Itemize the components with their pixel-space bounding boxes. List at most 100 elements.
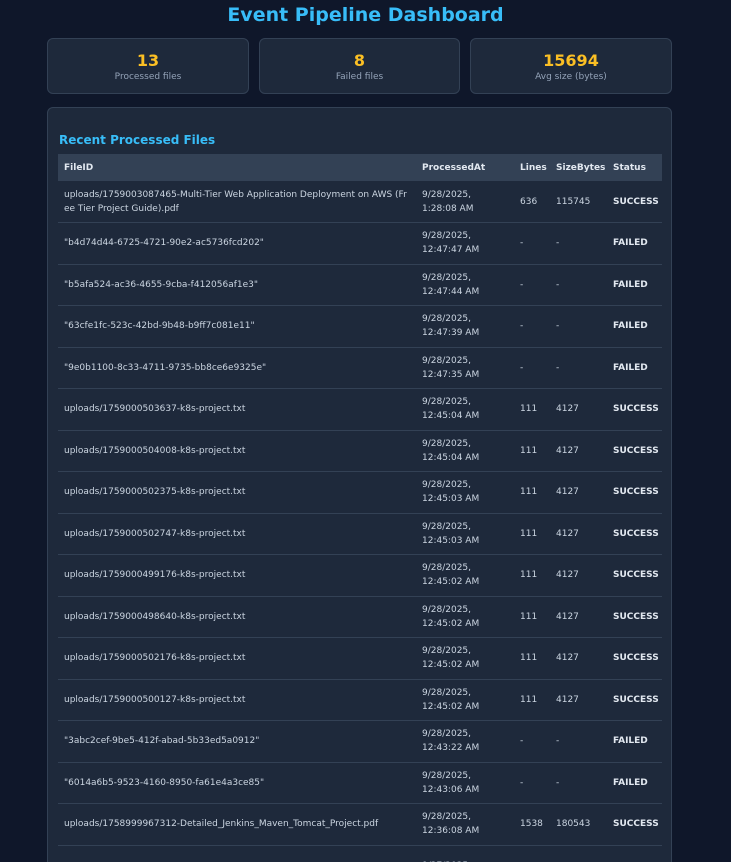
cell-fileid: "b5afa524-ac36-4655-9cba-f412056af1e3": [58, 264, 416, 306]
cell-sizebytes: -: [550, 305, 607, 348]
stat-label: Failed files: [335, 72, 384, 82]
cell-sizebytes: 4127: [550, 637, 607, 680]
cell-processedat: 9/28/2025, 12:47:35 AM: [416, 347, 514, 389]
cell-fileid: uploads/1759000500127-k8s-project.txt: [58, 679, 416, 721]
column-header-sizebytes: SizeBytes: [556, 162, 606, 173]
cell-status: FAILED: [607, 720, 662, 763]
cell-sizebytes: -: [550, 347, 607, 389]
cell-processedat: 9/28/2025, 12:45:04 AM: [416, 388, 514, 431]
cell-sizebytes: 4127: [550, 679, 607, 721]
cell-status: SUCCESS: [607, 637, 662, 680]
cell-fileid: uploads/1759000499176-k8s-project.txt: [58, 554, 416, 597]
panel-title: Recent Processed Files: [59, 133, 216, 147]
cell-sizebytes: -: [550, 720, 607, 763]
cell-fileid: uploads/1759000504008-k8s-project.txt: [58, 430, 416, 472]
cell-status: FAILED: [607, 305, 662, 348]
cell-lines: -: [514, 720, 550, 763]
cell-fileid: uploads/1759003087465-Multi-Tier Web App…: [58, 181, 416, 223]
recent-files-panel: Recent Processed Files FileID ProcessedA…: [47, 107, 672, 862]
table-row: uploads/1759000502375-k8s-project.txt 9/2…: [58, 471, 662, 514]
page-title: Event Pipeline Dashboard: [227, 4, 504, 26]
cell-sizebytes: 4127: [550, 388, 607, 431]
cell-fileid: "6014a6b5-9523-4160-8950-fa61e4a3ce85": [58, 762, 416, 804]
table-row: 9/27/2025,: [58, 845, 662, 862]
cell-sizebytes: 4127: [550, 554, 607, 597]
cell-sizebytes: 4127: [550, 430, 607, 472]
cell-processedat: 9/28/2025, 12:45:03 AM: [416, 471, 514, 514]
cell-status: FAILED: [607, 222, 662, 265]
table-row: "3abc2cef-9be5-412f-abad-5b33ed5a0912" 9/…: [58, 720, 662, 763]
stat-value: 15694: [543, 51, 599, 70]
cell-lines: 111: [514, 388, 550, 431]
column-header-processedat: ProcessedAt: [422, 162, 486, 173]
cell-sizebytes: 180543: [550, 803, 607, 846]
cell-sizebytes: -: [550, 264, 607, 306]
cell-processedat: 9/28/2025, 12:45:02 AM: [416, 554, 514, 597]
table-row: "9e0b1100-8c33-4711-9735-bb8ce6e9325e" 9/…: [58, 347, 662, 389]
table-body: uploads/1759003087465-Multi-Tier Web App…: [58, 181, 662, 862]
cell-status: SUCCESS: [607, 471, 662, 514]
cell-status: SUCCESS: [607, 181, 662, 223]
cell-lines: 111: [514, 554, 550, 597]
stat-value: 8: [353, 51, 366, 70]
cell-processedat: 9/28/2025, 12:43:06 AM: [416, 762, 514, 804]
cell-processedat: 9/28/2025, 12:45:02 AM: [416, 596, 514, 638]
cell-fileid: uploads/1759000503637-k8s-project.txt: [58, 388, 416, 431]
cell-sizebytes: -: [550, 222, 607, 265]
cell-fileid: uploads/1759000502176-k8s-project.txt: [58, 637, 416, 680]
cell-lines: 111: [514, 430, 550, 472]
cell-status: FAILED: [607, 762, 662, 804]
cell-lines: -: [514, 264, 550, 306]
table-row: "b5afa524-ac36-4655-9cba-f412056af1e3" 9/…: [58, 264, 662, 306]
table-row: uploads/1759000502747-k8s-project.txt 9/2…: [58, 513, 662, 555]
cell-status: FAILED: [607, 264, 662, 306]
cell-fileid: "9e0b1100-8c33-4711-9735-bb8ce6e9325e": [58, 347, 416, 389]
cell-status: FAILED: [607, 347, 662, 389]
stat-label: Processed files: [114, 72, 182, 82]
cell-processedat: 9/28/2025, 12:36:08 AM: [416, 803, 514, 846]
table-row: uploads/1759000503637-k8s-project.txt 9/2…: [58, 388, 662, 431]
cell-status: SUCCESS: [607, 803, 662, 846]
cell-fileid: "3abc2cef-9be5-412f-abad-5b33ed5a0912": [58, 720, 416, 763]
table-row: "63cfe1fc-523c-42bd-9b48-b9ff7c081e11" 9/…: [58, 305, 662, 348]
table-row: uploads/1759000502176-k8s-project.txt 9/2…: [58, 637, 662, 680]
stat-card-failed: 8 Failed files: [259, 38, 460, 94]
column-header-fileid: FileID: [64, 162, 94, 173]
cell-lines: 111: [514, 679, 550, 721]
cell-lines: -: [514, 347, 550, 389]
dashboard-page: Event Pipeline Dashboard 13 Processed fi…: [0, 0, 731, 862]
cell-fileid: "b4d74d44-6725-4721-90e2-ac5736fcd202": [58, 222, 416, 265]
cell-lines: 636: [514, 181, 550, 223]
cell-status: SUCCESS: [607, 388, 662, 431]
table-row: uploads/1759000504008-k8s-project.txt 9/2…: [58, 430, 662, 472]
cell-status: SUCCESS: [607, 679, 662, 721]
table-header-row: FileID ProcessedAt Lines SizeBytes Statu…: [58, 154, 662, 181]
cell-sizebytes: 115745: [550, 181, 607, 223]
cell-fileid: [58, 845, 416, 862]
cell-lines: -: [514, 305, 550, 348]
cell-status: [607, 845, 662, 862]
cell-sizebytes: -: [550, 762, 607, 804]
cell-lines: -: [514, 222, 550, 265]
cell-lines: [514, 845, 550, 862]
column-header-lines: Lines: [520, 162, 547, 173]
cell-lines: 111: [514, 471, 550, 514]
cell-processedat: 9/28/2025, 12:45:02 AM: [416, 679, 514, 721]
cell-sizebytes: 4127: [550, 471, 607, 514]
cell-status: SUCCESS: [607, 513, 662, 555]
table-row: "6014a6b5-9523-4160-8950-fa61e4a3ce85" 9/…: [58, 762, 662, 804]
table-row: uploads/1759000500127-k8s-project.txt 9/2…: [58, 679, 662, 721]
cell-processedat: 9/28/2025, 12:45:04 AM: [416, 430, 514, 472]
cell-lines: 111: [514, 637, 550, 680]
cell-processedat: 9/28/2025, 12:47:47 AM: [416, 222, 514, 265]
cell-fileid: "63cfe1fc-523c-42bd-9b48-b9ff7c081e11": [58, 305, 416, 348]
cell-lines: 1538: [514, 803, 550, 846]
cell-status: SUCCESS: [607, 596, 662, 638]
stat-card-processed: 13 Processed files: [47, 38, 249, 94]
cell-processedat: 9/28/2025, 12:47:44 AM: [416, 264, 514, 306]
stat-value: 13: [136, 51, 160, 70]
cell-lines: 111: [514, 596, 550, 638]
stat-label: Avg size (bytes): [535, 72, 607, 82]
cell-processedat: 9/28/2025, 12:45:02 AM: [416, 637, 514, 680]
table-row: uploads/1759000499176-k8s-project.txt 9/2…: [58, 554, 662, 597]
